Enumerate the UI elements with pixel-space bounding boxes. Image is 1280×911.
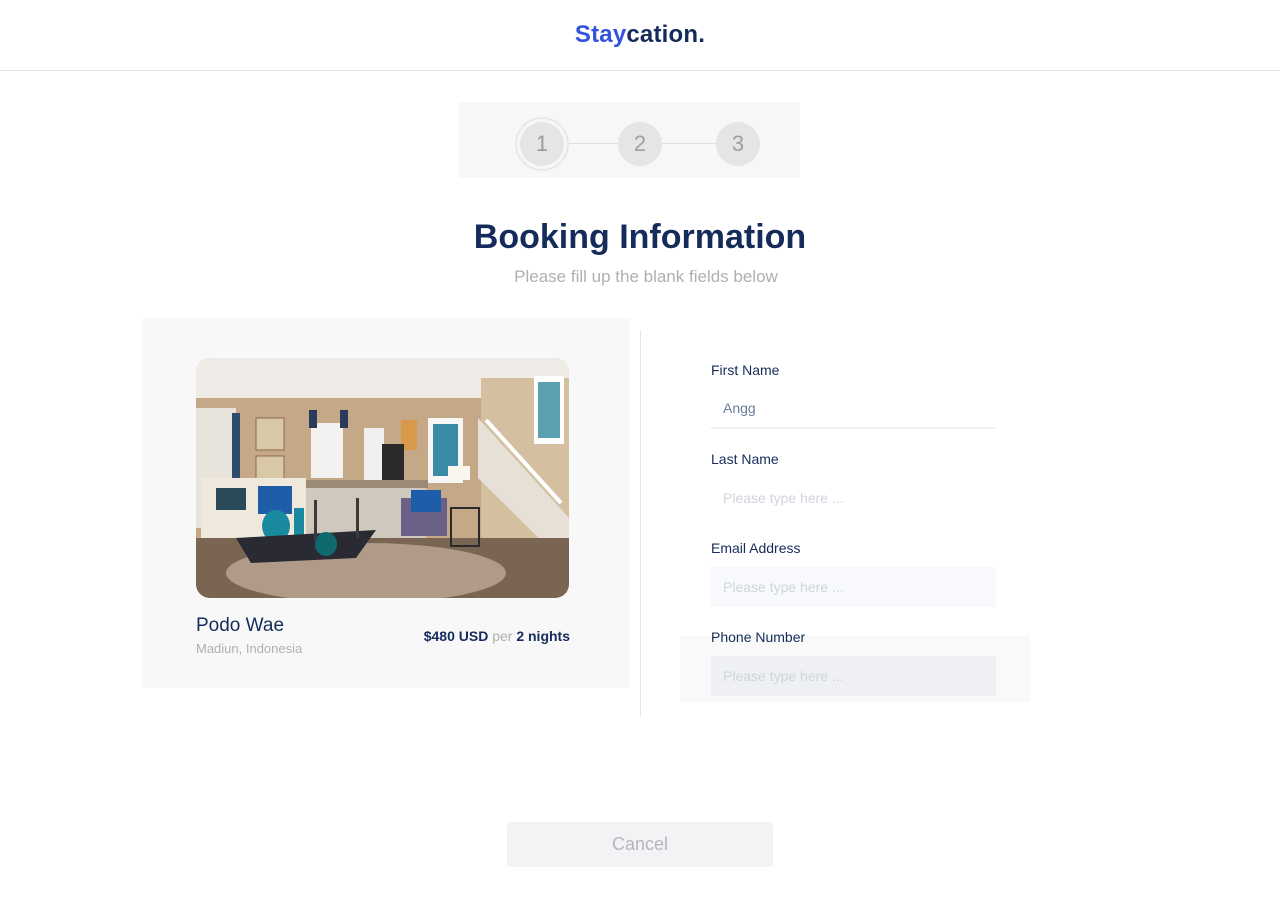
- page-title: Booking Information: [473, 218, 807, 256]
- brand-logo[interactable]: Staycation.: [575, 21, 705, 49]
- step-3: 3: [716, 122, 760, 166]
- last-name-input[interactable]: [711, 478, 996, 518]
- section-divider: [640, 330, 641, 716]
- property-location: Madiun, Indonesia: [196, 641, 303, 656]
- page-subtitle: Please fill up the blank fields below: [514, 267, 778, 286]
- property-price: $480 USD per 2 nights: [424, 628, 570, 644]
- email-group: Email Address: [711, 538, 996, 607]
- first-name-label: First Name: [711, 362, 780, 378]
- property-image: [196, 358, 569, 598]
- price-amount: $480 USD: [423, 628, 489, 644]
- property-name: Podo Wae: [196, 615, 285, 636]
- last-name-group: Last Name: [711, 449, 996, 518]
- step-2: 2: [618, 122, 662, 166]
- phone-input[interactable]: [711, 656, 996, 696]
- header: Staycation.: [0, 0, 1280, 71]
- phone-label: Phone Number: [711, 629, 806, 645]
- property-summary: Podo Wae Madiun, Indonesia $480 USD per …: [142, 318, 630, 688]
- cancel-button[interactable]: Cancel: [507, 822, 773, 867]
- last-name-label: Last Name: [711, 451, 779, 467]
- first-name-group: First Name: [711, 360, 996, 429]
- first-name-input[interactable]: [711, 389, 996, 429]
- property-image-graphic: [196, 358, 569, 598]
- stepper: 1 2 3: [458, 102, 800, 178]
- phone-group: Phone Number: [711, 627, 996, 696]
- step-1: 1: [520, 122, 564, 166]
- email-label: Email Address: [711, 540, 801, 556]
- price-duration: 2 nights: [516, 628, 570, 644]
- brand-logo-part1: Stay: [574, 21, 627, 48]
- price-per-label: per: [492, 628, 513, 644]
- brand-logo-part2: cation.: [626, 21, 706, 48]
- email-input[interactable]: [711, 567, 996, 607]
